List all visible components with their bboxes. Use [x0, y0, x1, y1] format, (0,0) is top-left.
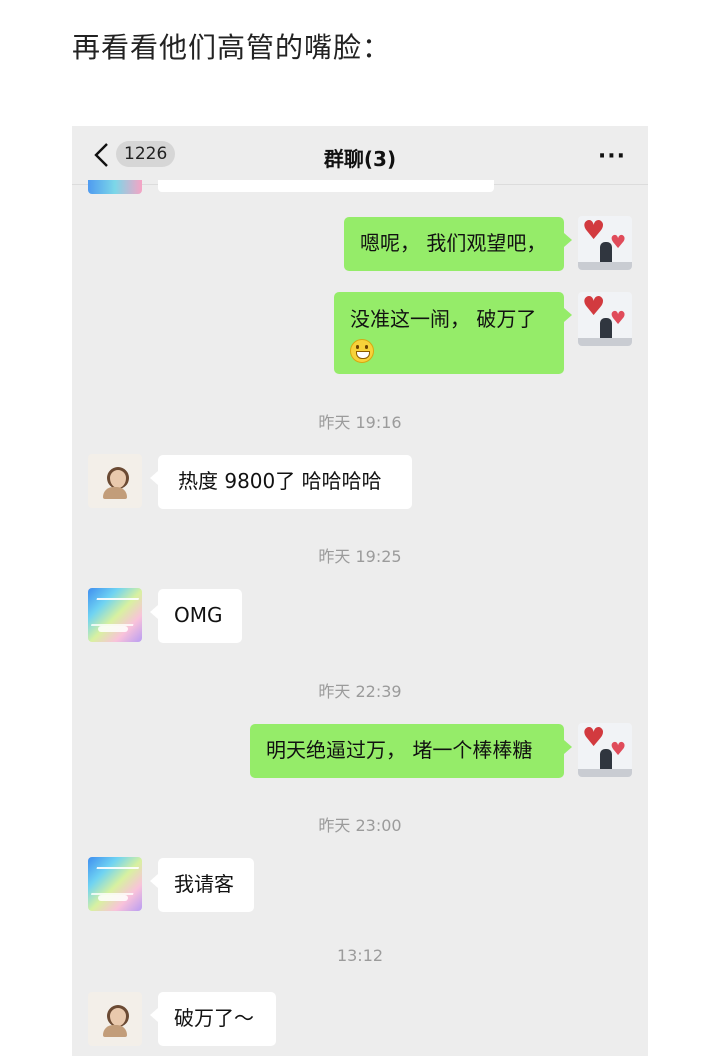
message-bubble[interactable]: 热度 9800了 哈哈哈哈 [150, 455, 412, 509]
heart-icon: ♥ [582, 292, 606, 322]
message-timestamp: 昨天 19:16 [318, 413, 402, 432]
message-text: 嗯呢， 我们观望吧， [360, 231, 547, 255]
chat-window: 1226 群聊(3) ··· ♥ ♥ 嗯呢， 我们观望吧， ♥ ♥ 没准这一闹，… [72, 126, 648, 1056]
message-text: 热度 9800了 哈哈哈哈 [178, 469, 382, 493]
post-caption: 再看看他们高管的嘴脸： [72, 31, 392, 64]
heart-icon: ♥ [582, 723, 606, 753]
message-text: 没准这一闹， 破万了 [350, 307, 537, 331]
chat-navbar: 1226 群聊(3) ··· [72, 126, 648, 185]
message-timestamp: 昨天 23:00 [318, 816, 402, 835]
message-text: OMG [174, 603, 223, 627]
message-text: 破万了～ [174, 1006, 254, 1030]
message-bubble[interactable]: 嗯呢， 我们观望吧， [344, 217, 572, 271]
heart-icon: ♥ [610, 739, 627, 760]
message-timestamp: 昨天 22:39 [318, 682, 402, 701]
message-timestamp: 13:12 [336, 946, 384, 965]
avatar[interactable] [88, 857, 142, 911]
avatar[interactable] [88, 588, 142, 642]
heart-icon: ♥ [582, 216, 606, 246]
message-bubble[interactable]: 没准这一闹， 破万了 [334, 292, 572, 374]
heart-icon: ♥ [610, 308, 627, 329]
more-options-icon[interactable]: ··· [598, 144, 626, 169]
avatar[interactable]: ♥ ♥ [578, 292, 632, 346]
message-bubble-partial [158, 180, 494, 192]
avatar[interactable] [88, 454, 142, 508]
grinning-face-icon [350, 338, 374, 363]
avatar[interactable]: ♥ ♥ [578, 723, 632, 777]
message-timestamp: 昨天 19:25 [318, 547, 402, 566]
message-bubble[interactable]: 明天绝逼过万， 堵一个棒棒糖 [250, 724, 572, 778]
message-bubble[interactable]: OMG [150, 589, 242, 643]
avatar[interactable] [88, 180, 142, 194]
chat-title: 群聊(3) [323, 147, 397, 171]
message-bubble[interactable]: 我请客 [150, 858, 254, 912]
message-text: 明天绝逼过万， 堵一个棒棒糖 [266, 738, 533, 762]
heart-icon: ♥ [610, 232, 627, 253]
avatar[interactable]: ♥ ♥ [578, 216, 632, 270]
message-text: 我请客 [174, 872, 234, 896]
avatar[interactable] [88, 992, 142, 1046]
message-bubble[interactable]: 破万了～ [150, 992, 276, 1046]
